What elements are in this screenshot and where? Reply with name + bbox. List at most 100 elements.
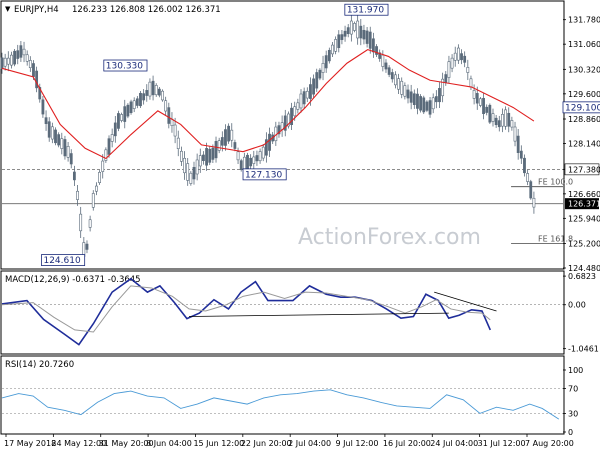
price-y-tick-label: 125.940 [568, 214, 600, 223]
candle-body [120, 114, 124, 121]
candle-body [3, 57, 7, 67]
candle-body [482, 97, 485, 115]
candle-body [327, 49, 331, 62]
price-annotation-label: 129.100 [565, 103, 600, 113]
candle-body [469, 78, 473, 88]
x-tick-label: 22 Jun 20:00 [241, 439, 292, 448]
candle-body [359, 25, 363, 39]
candle-body [227, 125, 231, 142]
candle-body [110, 134, 114, 142]
candle-body [318, 69, 322, 79]
candle-body [41, 99, 45, 115]
candle-body [362, 29, 366, 40]
candle-body [412, 93, 416, 106]
candle-body [249, 157, 253, 167]
price-panel-toggle-icon[interactable]: ▼ [5, 5, 11, 13]
candle-body [25, 54, 29, 62]
candle-body [428, 100, 432, 115]
candle-body [224, 129, 227, 146]
candle-body [526, 173, 530, 182]
candle-body [334, 39, 338, 52]
candle-body [315, 72, 319, 89]
price-y-tick-label: 129.600 [568, 90, 600, 99]
candle-body [494, 117, 498, 126]
candle-body [309, 84, 312, 99]
x-tick-label: 8 Jun 04:00 [146, 439, 192, 448]
candle-body [475, 93, 479, 104]
candle-body [501, 114, 504, 127]
price-annotation-label: 124.610 [43, 256, 80, 266]
x-tick-label: 17 May 2018 [4, 439, 56, 448]
candle-body [431, 97, 435, 110]
candle-body [403, 85, 407, 97]
candle-body [91, 193, 95, 208]
candle-body [507, 112, 511, 127]
candle-body [510, 120, 514, 128]
candle-body [460, 53, 463, 61]
watermark: ActionForex.com [298, 225, 481, 250]
candle-body [142, 93, 146, 101]
candle-body [406, 89, 410, 99]
candle-body [293, 106, 297, 117]
candle-body [230, 129, 234, 141]
candle-body [394, 74, 397, 86]
candle-body [28, 60, 32, 69]
candle-body [497, 120, 501, 128]
candle-body [450, 57, 454, 69]
candle-body [13, 50, 16, 65]
candle-body [324, 55, 328, 69]
candle-body [123, 106, 127, 122]
candle-body [479, 98, 482, 106]
candle-body [214, 141, 218, 159]
candle-body [66, 146, 70, 158]
candle-body [233, 142, 237, 149]
price-y-tick-label: 131.060 [568, 40, 600, 49]
candle-body [157, 88, 161, 96]
candle-body [419, 96, 423, 111]
candle-body [416, 93, 419, 109]
candle-body [485, 106, 489, 113]
candle-body [139, 92, 142, 107]
candle-body [532, 197, 536, 208]
candle-body [261, 146, 265, 159]
candle-body [516, 135, 520, 153]
candle-body [57, 134, 61, 146]
candle-body [255, 155, 259, 162]
candle-body [409, 91, 413, 103]
rsi-y-tick-label: 0 [568, 428, 573, 437]
candle-body [113, 122, 117, 137]
price-annotation-label: 127.130 [245, 170, 282, 180]
candle-body [0, 57, 4, 69]
candle-body [472, 90, 476, 99]
candle-body [117, 113, 120, 129]
candle-body [422, 97, 426, 113]
macd-y-tick-label: 0.6823 [568, 272, 596, 281]
rsi-y-tick-label: 30 [568, 409, 578, 418]
candle-body [173, 124, 177, 137]
x-tick-label: 2 Jul 04:00 [288, 439, 331, 448]
candle-body [302, 91, 306, 105]
candle-body [164, 100, 168, 112]
candle-body [60, 138, 64, 149]
candle-body [98, 172, 101, 183]
candle-body [85, 243, 89, 250]
candle-body [519, 150, 523, 159]
candle-body [180, 150, 183, 162]
candle-body [353, 23, 356, 31]
candle-body [72, 171, 76, 181]
candle-body [69, 153, 73, 165]
x-tick-label: 24 Jul 04:00 [430, 439, 478, 448]
candle-body [195, 159, 199, 175]
price-y-tick-label: 128.860 [568, 115, 600, 124]
candle-body [16, 50, 20, 59]
candle-body [390, 72, 394, 80]
candle-body [132, 100, 136, 109]
candle-body [54, 129, 57, 144]
candle-body [79, 213, 83, 232]
candle-body [145, 90, 149, 96]
fe-level-label: FE 100.0 [538, 178, 573, 187]
candle-body [356, 20, 360, 39]
price-annotation-label: 131.970 [347, 6, 384, 16]
candle-body [268, 133, 271, 151]
macd-y-tick-label: 0.00 [568, 301, 586, 310]
